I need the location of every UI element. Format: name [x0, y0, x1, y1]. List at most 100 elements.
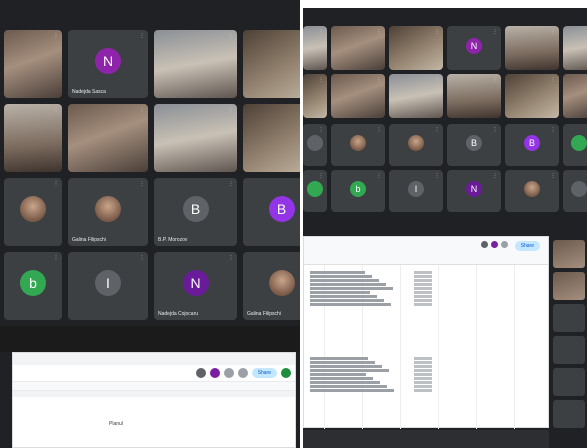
account-avatar[interactable]: [281, 368, 291, 378]
participant-tile[interactable]: N ⋮ Nadejda Cojocaru: [154, 252, 237, 320]
sheet-cell[interactable]: [414, 287, 432, 290]
more-options-icon[interactable]: ⋮: [492, 29, 498, 35]
sheet-cell[interactable]: [310, 303, 391, 306]
sheet-cell[interactable]: [310, 377, 373, 380]
sheet-cell[interactable]: [414, 365, 432, 368]
sheet-cell[interactable]: [310, 295, 377, 298]
participant-tile[interactable]: [553, 400, 585, 428]
participant-tile[interactable]: ⋮: [389, 124, 443, 166]
sheet-row[interactable]: [310, 275, 440, 278]
participant-tile[interactable]: ⋮: [68, 104, 148, 172]
more-options-icon[interactable]: ⋮: [376, 127, 382, 133]
participant-tile[interactable]: ⋮: [505, 26, 559, 70]
more-options-icon[interactable]: ⋮: [228, 255, 234, 261]
sheet-cell[interactable]: [414, 283, 432, 286]
sheet-cell[interactable]: [414, 377, 432, 380]
sheet-cell[interactable]: [310, 385, 387, 388]
avatar[interactable]: [481, 241, 488, 248]
sheet-cell[interactable]: [310, 299, 384, 302]
sheet-row[interactable]: [310, 291, 440, 294]
sheet-row[interactable]: [310, 361, 440, 364]
sheet-row[interactable]: [310, 295, 440, 298]
sheet-cell[interactable]: [414, 369, 432, 372]
more-options-icon[interactable]: ⋮: [434, 127, 440, 133]
sheet-cell[interactable]: [310, 365, 382, 368]
participant-tile[interactable]: ⋮: [505, 74, 559, 118]
more-options-icon[interactable]: ⋮: [139, 255, 145, 261]
participant-tile[interactable]: ⋮: [331, 124, 385, 166]
participant-tile[interactable]: ⋮: [303, 74, 327, 118]
more-options-icon[interactable]: ⋮: [550, 173, 556, 179]
sheet-cell[interactable]: [310, 279, 379, 282]
participant-tile[interactable]: ⋮: [243, 104, 300, 172]
more-options-icon[interactable]: ⋮: [492, 77, 498, 83]
sheet-tabs-bar[interactable]: [303, 430, 549, 448]
participant-tile[interactable]: ⋮: [563, 26, 587, 70]
sheet-cell[interactable]: [414, 373, 432, 376]
participant-tile[interactable]: N ⋮: [447, 26, 501, 70]
participant-tile[interactable]: N ⋮: [447, 170, 501, 212]
participant-tile[interactable]: ⋮: [154, 104, 237, 172]
participant-tile[interactable]: ⋮: [563, 74, 587, 118]
participant-tile[interactable]: ⋮: [243, 30, 300, 98]
sheet-row[interactable]: [310, 373, 440, 376]
participant-tile[interactable]: ⋮: [563, 170, 587, 212]
avatar[interactable]: [491, 241, 498, 248]
participant-tile[interactable]: [553, 368, 585, 396]
sheet-row[interactable]: [310, 369, 440, 372]
more-options-icon[interactable]: ⋮: [53, 181, 59, 187]
sheet-row[interactable]: [310, 357, 440, 360]
participant-tile[interactable]: ⋮: [331, 74, 385, 118]
sheet-cell[interactable]: [310, 361, 375, 364]
sheet-cell[interactable]: [310, 287, 393, 290]
more-options-icon[interactable]: ⋮: [53, 255, 59, 261]
sheet-row[interactable]: [310, 287, 440, 290]
sheet-row[interactable]: [310, 365, 440, 368]
sheet-row[interactable]: [310, 381, 440, 384]
sheet-row[interactable]: [310, 271, 440, 274]
more-options-icon[interactable]: ⋮: [492, 173, 498, 179]
participant-tile[interactable]: ⋮: [447, 74, 501, 118]
participant-tile[interactable]: b ⋮: [331, 170, 385, 212]
comment-icon[interactable]: [501, 241, 508, 248]
more-options-icon[interactable]: ⋮: [434, 77, 440, 83]
video-call-icon[interactable]: [237, 368, 248, 378]
more-options-icon[interactable]: ⋮: [318, 173, 324, 179]
participant-tile[interactable]: ⋮: [389, 26, 443, 70]
participant-tile[interactable]: B⋮: [447, 124, 501, 166]
sheet-cell[interactable]: [310, 357, 368, 360]
sheet-cell[interactable]: [414, 357, 432, 360]
sheet-row[interactable]: [310, 389, 440, 392]
more-options-icon[interactable]: ⋮: [228, 181, 234, 187]
participant-tile[interactable]: ⋮Galina Filipschi: [243, 252, 300, 320]
sheet-cell[interactable]: [414, 303, 432, 306]
more-options-icon[interactable]: ⋮: [228, 107, 234, 113]
participant-tile[interactable]: [553, 336, 585, 364]
more-options-icon[interactable]: ⋮: [434, 173, 440, 179]
participant-tile[interactable]: ⋮: [563, 124, 587, 166]
more-options-icon[interactable]: ⋮: [492, 127, 498, 133]
participant-tile[interactable]: ⋮: [331, 26, 385, 70]
participant-tile[interactable]: B⋮: [505, 124, 559, 166]
sheet-cell[interactable]: [414, 275, 432, 278]
sheet-cell[interactable]: [310, 369, 389, 372]
participant-tile[interactable]: ⋮: [4, 30, 62, 98]
more-options-icon[interactable]: ⋮: [53, 33, 59, 39]
more-options-icon[interactable]: ⋮: [550, 77, 556, 83]
participant-tile[interactable]: ⋮: [389, 74, 443, 118]
sheet-cell[interactable]: [414, 361, 432, 364]
participant-tile[interactable]: ⋮: [4, 104, 62, 172]
participant-tile[interactable]: ⋮: [303, 124, 327, 166]
more-options-icon[interactable]: ⋮: [550, 29, 556, 35]
more-options-icon[interactable]: ⋮: [376, 173, 382, 179]
sheet-cell[interactable]: [414, 385, 432, 388]
sheet-cell[interactable]: [414, 299, 432, 302]
participant-tile[interactable]: B ⋮ B.P. Morozov: [154, 178, 237, 246]
docs-body[interactable]: Planul: [13, 391, 295, 448]
sheet-row[interactable]: [310, 283, 440, 286]
participant-tile[interactable]: ⋮Galina Filipschi: [68, 178, 148, 246]
more-options-icon[interactable]: ⋮: [376, 77, 382, 83]
more-options-icon[interactable]: ⋮: [139, 181, 145, 187]
sheet-row[interactable]: [310, 299, 440, 302]
sheet-cell[interactable]: [310, 389, 394, 392]
